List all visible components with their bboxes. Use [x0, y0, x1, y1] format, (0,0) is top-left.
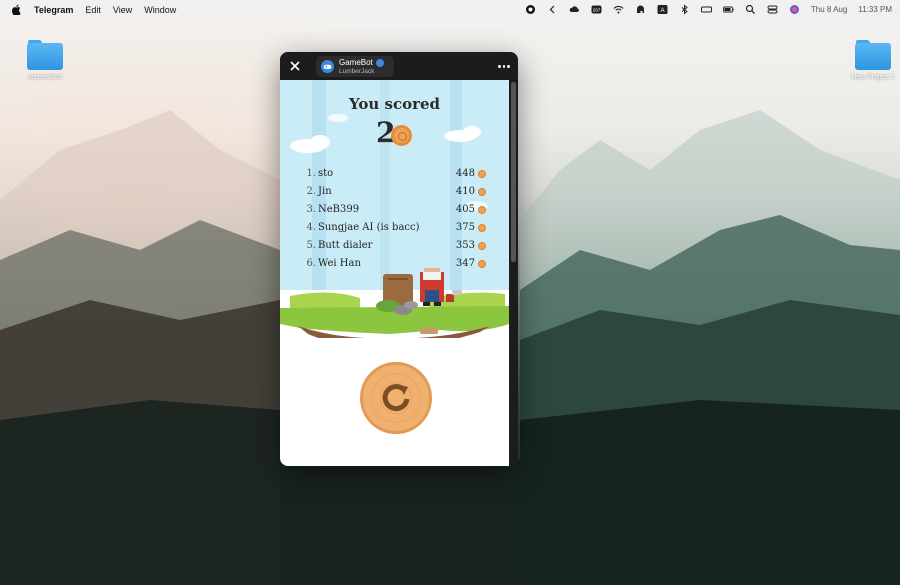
leaderboard-rank: 1.	[306, 168, 316, 179]
coin-icon	[391, 125, 412, 146]
coin-icon	[478, 170, 486, 178]
record-icon[interactable]	[525, 4, 536, 15]
replay-icon	[382, 384, 410, 412]
leaderboard-name: Sungjae AI (is bacc)	[318, 222, 420, 233]
window-header: GameBot LumberJack	[280, 52, 518, 80]
coin-icon	[478, 188, 486, 196]
leaderboard-score: 405	[455, 204, 475, 215]
replay-button[interactable]	[360, 362, 432, 434]
svg-text:A: A	[660, 8, 664, 14]
cloud-sync-icon[interactable]	[569, 4, 580, 15]
leaderboard-row: 1. sto 448	[302, 168, 487, 186]
game-sky-background: You scored 2 1. sto 448 2. Jin 410 3. Ne…	[280, 80, 509, 290]
coin-icon	[478, 224, 486, 232]
bluetooth-icon[interactable]	[679, 4, 690, 15]
display-icon[interactable]	[700, 4, 712, 15]
menu-bar-date[interactable]: Thu 8 Aug	[811, 5, 847, 14]
badge-counter-text: 287	[593, 8, 601, 13]
leaderboard-rank: 4.	[306, 222, 316, 233]
close-icon[interactable]	[288, 59, 302, 73]
desktop-folder-label: New Project 1	[851, 74, 895, 81]
keyboard-input-icon[interactable]: A	[657, 4, 668, 15]
leaderboard-row: 3. NeB399 405	[302, 204, 487, 222]
siri-icon[interactable]	[789, 4, 800, 15]
menu-bar: Telegram Edit View Window 287 A Thu 8 Au…	[0, 0, 900, 19]
grass-island-scene	[280, 268, 509, 338]
folder-icon	[855, 40, 891, 70]
leaderboard-score: 375	[455, 222, 475, 233]
leaderboard-rank: 3.	[306, 204, 316, 215]
battery-icon[interactable]	[722, 4, 734, 15]
leaderboard-name: sto	[318, 168, 334, 179]
folder-icon	[27, 40, 63, 70]
wifi-icon[interactable]	[613, 4, 624, 15]
elephant-icon[interactable]	[635, 4, 646, 15]
menu-window[interactable]: Window	[144, 5, 176, 15]
menu-bar-status-area: 287 A Thu 8 Aug 11:33 PM	[525, 0, 892, 19]
chevron-left-icon[interactable]	[547, 4, 558, 15]
desktop-folder-new-project[interactable]: New Project 1	[843, 40, 900, 81]
menu-view[interactable]: View	[113, 5, 132, 15]
badge-counter-icon[interactable]: 287	[591, 4, 602, 15]
gamepad-icon	[321, 60, 334, 73]
coin-icon	[478, 242, 486, 250]
leaderboard-row: 2. Jin 410	[302, 186, 487, 204]
leaderboard-row: 5. Butt dialer 353	[302, 240, 487, 258]
leaderboard-name: Butt dialer	[318, 240, 373, 251]
bot-name: GameBot	[339, 58, 373, 67]
apple-icon[interactable]	[12, 4, 22, 15]
leaderboard-score: 448	[455, 168, 475, 179]
scrollbar[interactable]	[511, 82, 516, 262]
leaderboard-name: Jin	[318, 186, 332, 197]
desktop-folder-label: screenshot	[27, 74, 63, 81]
more-options-icon[interactable]	[498, 61, 511, 71]
bot-info-chip[interactable]: GameBot LumberJack	[316, 56, 394, 77]
menu-app-telegram[interactable]: Telegram	[34, 5, 73, 15]
leaderboard: 1. sto 448 2. Jin 410 3. NeB399 405 4. S…	[302, 168, 487, 276]
telegram-game-window: GameBot LumberJack You scored 2 1. sto 4…	[280, 52, 518, 466]
menu-edit[interactable]: Edit	[85, 5, 101, 15]
leaderboard-score: 353	[455, 240, 475, 251]
search-icon[interactable]	[745, 4, 756, 15]
leaderboard-rank: 5.	[306, 240, 316, 251]
verified-badge-icon	[376, 59, 384, 67]
control-center-icon[interactable]	[767, 4, 778, 15]
desktop-folder-screenshot[interactable]: screenshot	[15, 40, 75, 81]
menu-bar-time[interactable]: 11:33 PM	[858, 5, 892, 14]
game-view: You scored 2 1. sto 448 2. Jin 410 3. Ne…	[280, 80, 509, 466]
bot-subtitle: LumberJack	[339, 68, 375, 75]
score-title: You scored	[348, 95, 441, 113]
coin-icon	[478, 260, 486, 268]
leaderboard-score: 410	[455, 186, 475, 197]
leaderboard-name: NeB399	[318, 204, 360, 215]
coin-icon	[478, 206, 486, 214]
leaderboard-row: 4. Sungjae AI (is bacc) 375	[302, 222, 487, 240]
leaderboard-rank: 2.	[306, 186, 316, 197]
